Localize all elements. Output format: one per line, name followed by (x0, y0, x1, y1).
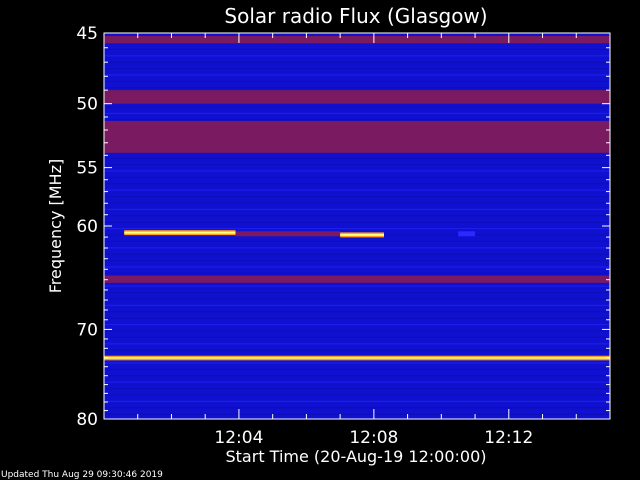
spectrogram-texture-line (104, 349, 610, 351)
y-tick-label: 80 (76, 410, 98, 430)
spectrogram-texture-line (104, 112, 610, 114)
x-tick-label: 12:04 (214, 428, 263, 448)
spectrogram-texture-line (104, 336, 610, 338)
spectrogram-texture-line (104, 176, 610, 178)
x-tick-label: 12:08 (349, 428, 398, 448)
spectrogram-texture-line (104, 388, 610, 390)
spectrogram-texture-line (104, 285, 610, 287)
spectrogram-texture-line (104, 330, 610, 332)
spectrogram-texture-line (104, 228, 610, 230)
spectrogram-texture-line (104, 80, 610, 82)
y-tick-label: 55 (76, 159, 98, 179)
spectrogram-texture-line (104, 55, 610, 57)
spectrogram-plot-area (104, 33, 610, 419)
spectrogram-texture-line (104, 119, 610, 121)
spectrogram-texture-line (104, 68, 610, 70)
frequency-band (104, 35, 610, 44)
spectrogram-texture-line (104, 196, 610, 198)
emission-burst (458, 231, 476, 237)
spectrogram-texture-line (104, 292, 610, 294)
spectrogram-texture-line (104, 407, 610, 409)
spectrogram-texture-line (104, 394, 610, 396)
spectrogram-texture-line (104, 202, 610, 204)
y-axis-label: Frequency [MHz] (46, 159, 65, 293)
spectrogram-texture-line (104, 87, 610, 89)
spectrogram-texture-line (104, 221, 610, 223)
spectrogram-texture-line (104, 298, 610, 300)
y-tick-label: 70 (76, 320, 98, 340)
frequency-band (104, 90, 610, 104)
y-tick-label: 60 (76, 217, 98, 237)
spectrogram-texture-line (104, 400, 610, 402)
spectrogram-texture-line (104, 368, 610, 370)
spectrogram-texture-line (104, 311, 610, 313)
x-axis-label: Start Time (20-Aug-19 12:00:00) (226, 447, 487, 466)
updated-timestamp: Updated Thu Aug 29 09:30:46 2019 (1, 470, 163, 480)
spectrogram-texture-line (104, 189, 610, 191)
y-tick-label: 50 (76, 95, 98, 115)
spectrogram-texture-line (104, 253, 610, 255)
chart-title: Solar radio Flux (Glasgow) (224, 4, 487, 28)
emission-burst-core (124, 231, 236, 234)
spectrogram-texture-line (104, 343, 610, 345)
spectrogram-texture-line (104, 215, 610, 217)
emission-burst-core (340, 233, 384, 236)
spectrogram-texture-line (104, 106, 610, 108)
spectrogram-texture-line (104, 48, 610, 50)
spectrogram-texture-line (104, 272, 610, 274)
spectrogram-texture-line (104, 413, 610, 415)
spectrogram-chart: Solar radio Flux (Glasgow) 455055607080 … (0, 0, 640, 480)
frequency-band (104, 120, 610, 153)
spectrogram-texture-line (104, 304, 610, 306)
frequency-band-core (104, 357, 610, 359)
spectrogram-texture-line (104, 247, 610, 249)
spectrogram-texture-line (104, 317, 610, 319)
spectrogram-texture-line (104, 260, 610, 262)
spectrogram-texture-line (104, 266, 610, 268)
spectrogram-texture-line (104, 324, 610, 326)
spectrogram-texture-line (104, 61, 610, 63)
spectrogram-texture-line (104, 157, 610, 159)
emission-burst (235, 231, 341, 237)
spectrogram-texture-line (104, 375, 610, 377)
spectrogram-texture-line (104, 164, 610, 166)
spectrogram-texture-line (104, 74, 610, 76)
spectrogram-texture-line (104, 208, 610, 210)
spectrogram-texture-line (104, 381, 610, 383)
x-tick-label: 12:12 (484, 428, 533, 448)
frequency-band (104, 275, 610, 283)
spectrogram-texture-line (104, 170, 610, 172)
y-tick-label: 45 (76, 24, 98, 44)
spectrogram-texture-line (104, 183, 610, 185)
spectrogram-texture-line (104, 362, 610, 364)
spectrogram-texture-line (104, 240, 610, 242)
